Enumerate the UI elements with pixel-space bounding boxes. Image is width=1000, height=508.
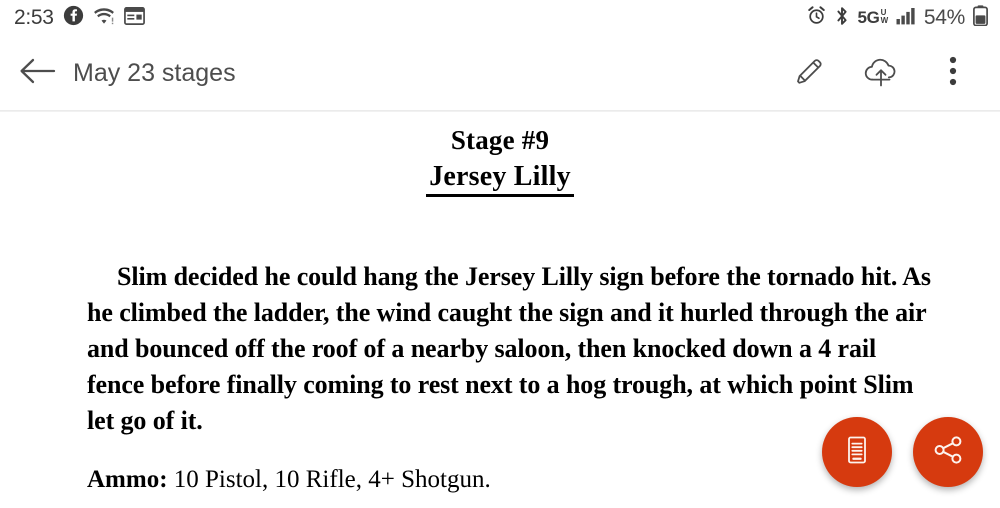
upload-button[interactable] (850, 42, 912, 104)
document-subtitle: Jersey Lilly (0, 161, 1000, 197)
battery-icon (973, 5, 988, 31)
back-button[interactable] (6, 57, 68, 90)
status-bar-left: 2:53 (14, 5, 145, 31)
page-title: May 23 stages (73, 58, 236, 87)
alarm-icon (807, 6, 826, 30)
status-bar: 2:53 5G U W 54% (0, 0, 1000, 36)
facebook-icon (63, 5, 84, 31)
share-fab-button[interactable] (913, 417, 983, 487)
pencil-icon (792, 54, 826, 93)
app-bar: May 23 stages (0, 36, 1000, 110)
share-icon (931, 433, 965, 472)
document-subtitle-text: Jersey Lilly (426, 161, 574, 197)
app-bar-actions (778, 42, 1000, 104)
signal-bars-icon (896, 7, 916, 30)
document-paragraph: Slim decided he could hang the Jersey Li… (87, 262, 931, 435)
document-reader-icon (840, 433, 874, 472)
status-clock: 2:53 (14, 6, 54, 29)
network-band-bottom: W (880, 16, 889, 25)
cloud-upload-icon (861, 54, 901, 93)
network-type-label: 5G U W (857, 8, 889, 27)
ammo-label: Ammo: (87, 466, 168, 493)
edit-button[interactable] (778, 42, 840, 104)
reader-fab-button[interactable] (822, 417, 892, 487)
back-arrow-icon (19, 57, 56, 90)
more-vertical-icon (948, 54, 958, 93)
status-bar-right: 5G U W 54% (807, 5, 988, 31)
battery-percent-label: 54% (923, 6, 965, 29)
document-title: Stage #9 (450, 125, 550, 155)
bluetooth-icon (834, 6, 850, 31)
ammo-value: 10 Pistol, 10 Rifle, 4+ Shotgun. (167, 466, 491, 493)
wifi-icon (93, 6, 115, 31)
overflow-menu-button[interactable] (922, 42, 984, 104)
ammo-line: Ammo: 10 Pistol, 10 Rifle, 4+ Shotgun. (87, 463, 938, 497)
screenshot-icon (123, 6, 145, 30)
